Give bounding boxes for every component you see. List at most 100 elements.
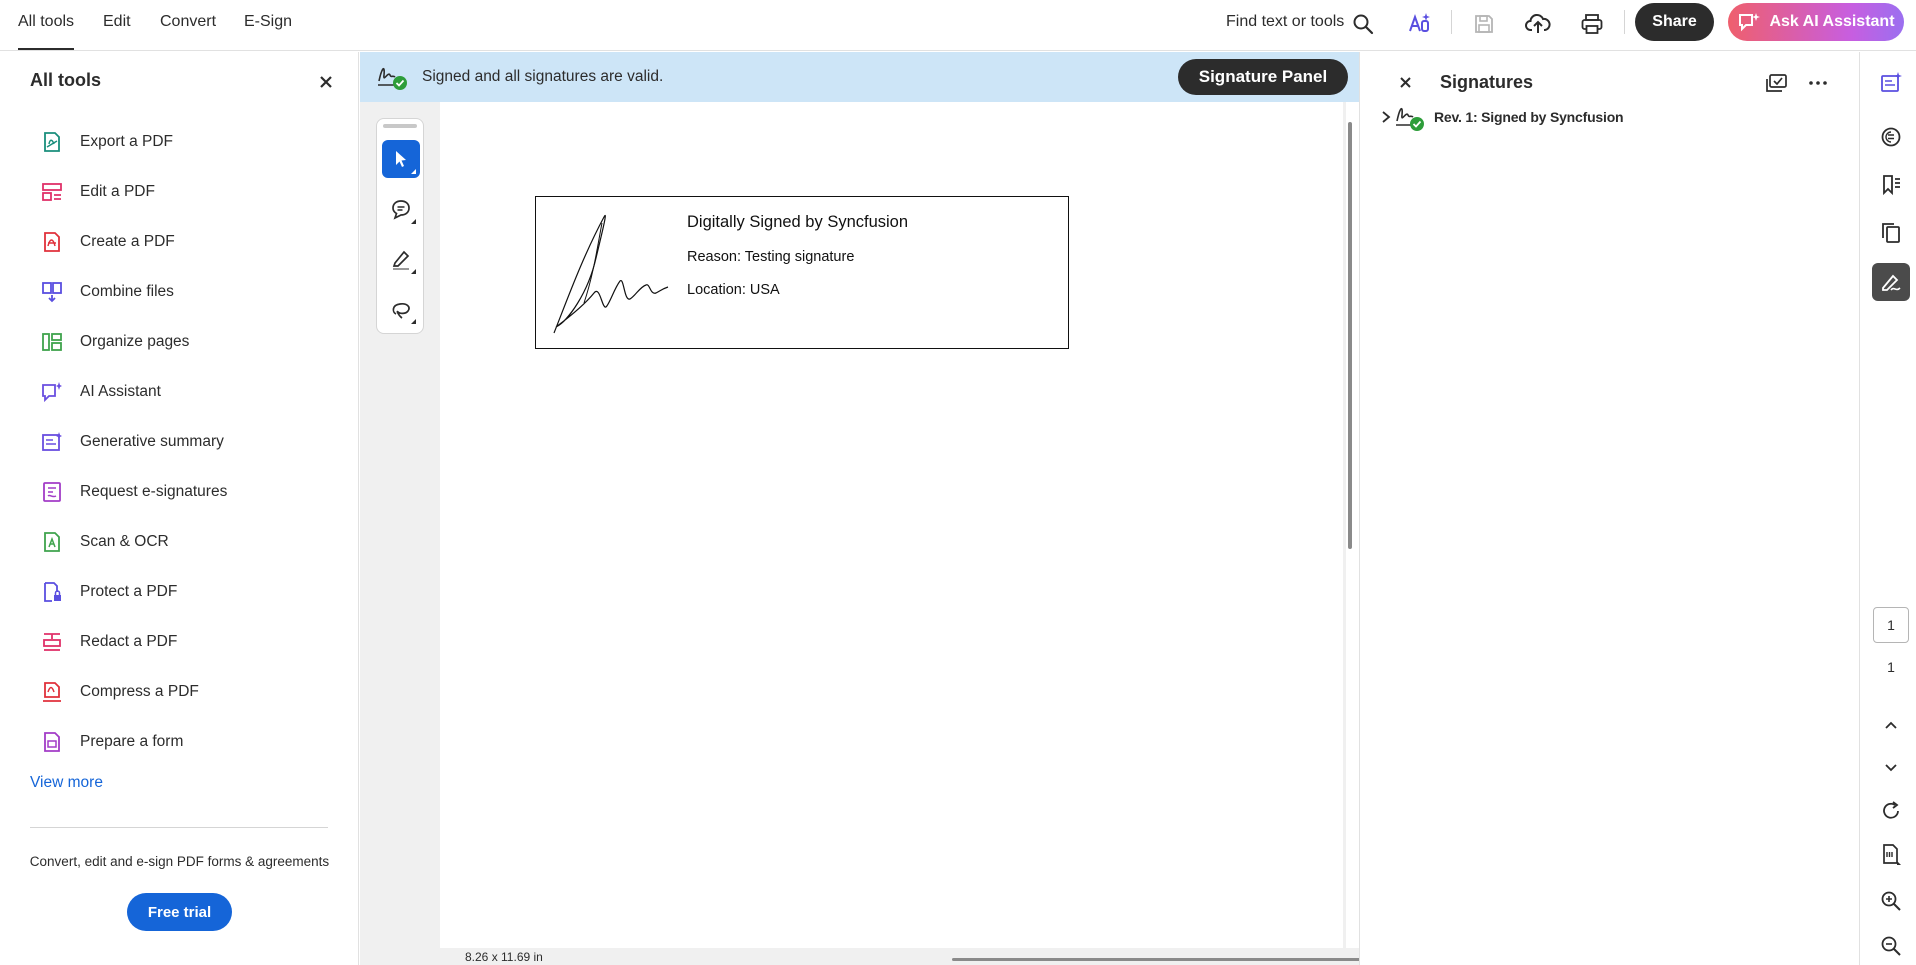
ask-ai-label: Ask AI Assistant — [1769, 13, 1895, 30]
tool-create-pdf[interactable]: Create a PDF — [40, 225, 340, 259]
fit-page-icon — [1883, 844, 1901, 865]
tab-all-tools[interactable]: All tools — [18, 13, 75, 50]
signature-panel-button[interactable]: Signature Panel — [1178, 59, 1348, 95]
dropdown-corner — [411, 269, 416, 274]
tool-label: Edit a PDF — [80, 183, 155, 200]
toolbar-separator — [1624, 10, 1625, 34]
free-trial-button[interactable]: Free trial — [127, 893, 232, 931]
tool-label: Prepare a form — [80, 733, 184, 750]
tool-label: Generative summary — [80, 433, 224, 450]
right-sidebar: 1 1 — [1859, 52, 1916, 965]
page-fit-button[interactable] — [1872, 836, 1910, 874]
previous-page-button[interactable] — [1872, 706, 1910, 744]
tool-label: Redact a PDF — [80, 633, 178, 650]
edit-pdf-icon — [40, 180, 64, 204]
page-thumbnails-button[interactable] — [1872, 214, 1910, 252]
validate-all-signatures-icon[interactable] — [1764, 72, 1790, 101]
zoom-in-icon — [1881, 891, 1901, 911]
draw-tool-button[interactable] — [382, 290, 420, 328]
cursor-icon — [396, 151, 406, 167]
find-text-label[interactable]: Find text or tools — [1226, 13, 1344, 31]
zoom-out-button[interactable] — [1872, 927, 1910, 965]
save-icon[interactable] — [1470, 10, 1498, 38]
signature-status-banner: Signed and all signatures are valid. Sig… — [360, 52, 1359, 102]
prepare-form-icon — [40, 730, 64, 754]
export-pdf-icon — [40, 130, 64, 154]
tool-prepare-form[interactable]: Prepare a form — [40, 725, 340, 759]
print-icon[interactable] — [1578, 10, 1606, 38]
zoom-in-button[interactable] — [1872, 882, 1910, 920]
search-icon[interactable] — [1349, 10, 1377, 38]
divider — [30, 827, 328, 828]
comments-button[interactable] — [1872, 118, 1910, 156]
all-tools-panel: All tools Export a PDF Edit a PDF Create… — [0, 52, 359, 965]
view-more-link[interactable]: View more — [30, 774, 103, 792]
ai-chat-icon — [1739, 13, 1761, 32]
drag-handle[interactable] — [383, 124, 417, 128]
promo-text: Convert, edit and e-sign PDF forms & agr… — [29, 854, 330, 869]
comment-tool-button[interactable] — [382, 190, 420, 228]
signature-valid-icon — [376, 61, 410, 98]
ai-assistant-icon — [40, 380, 64, 404]
tool-export-pdf[interactable]: Export a PDF — [40, 125, 340, 159]
next-page-button[interactable] — [1872, 749, 1910, 787]
signature-revision-item[interactable]: Rev. 1: Signed by Syncfusion — [1380, 100, 1624, 134]
tool-label: Protect a PDF — [80, 583, 178, 600]
signature-field[interactable]: Digitally Signed by Syncfusion Reason: T… — [535, 196, 1069, 349]
handwritten-signature-image — [553, 214, 669, 334]
vertical-scrollbar-thumb[interactable] — [1348, 122, 1352, 549]
tool-scan-ocr[interactable]: Scan & OCR — [40, 525, 340, 559]
tool-label: Scan & OCR — [80, 533, 169, 550]
close-icon[interactable] — [316, 72, 336, 92]
comments-icon — [1881, 127, 1901, 147]
tool-edit-pdf[interactable]: Edit a PDF — [40, 175, 340, 209]
zoom-out-icon — [1881, 936, 1901, 956]
tool-combine-files[interactable]: Combine files — [40, 275, 340, 309]
share-button[interactable]: Share — [1635, 3, 1714, 41]
dropdown-corner — [411, 169, 416, 174]
toolbar-separator — [1451, 10, 1452, 34]
tool-redact-pdf[interactable]: Redact a PDF — [40, 625, 340, 659]
tool-label: Create a PDF — [80, 233, 175, 250]
tool-label: Combine files — [80, 283, 174, 300]
tool-compress-pdf[interactable]: Compress a PDF — [40, 675, 340, 709]
page-number-input[interactable]: 1 — [1873, 607, 1909, 643]
more-options-icon[interactable] — [1807, 72, 1829, 99]
tool-label: Compress a PDF — [80, 683, 199, 700]
close-icon[interactable] — [1396, 73, 1414, 91]
request-esignatures-icon — [40, 480, 64, 504]
tool-generative-summary[interactable]: Generative summary — [40, 425, 340, 459]
rotate-icon — [1883, 801, 1899, 819]
tab-convert[interactable]: Convert — [160, 13, 216, 31]
signatures-button[interactable] — [1872, 263, 1910, 301]
tool-ai-assistant[interactable]: AI Assistant — [40, 375, 340, 409]
highlight-tool-button[interactable] — [382, 240, 420, 278]
signatures-panel: Signatures Rev. 1: Signed by Syncfusion — [1360, 52, 1859, 965]
bookmarks-button[interactable] — [1872, 166, 1910, 204]
chevron-down-icon — [1885, 764, 1897, 772]
dropdown-corner — [411, 219, 416, 224]
page-size-label: 8.26 x 11.69 in — [465, 950, 543, 964]
tool-label: Request e-signatures — [80, 483, 228, 500]
tool-organize-pages[interactable]: Organize pages — [40, 325, 340, 359]
tool-protect-pdf[interactable]: Protect a PDF — [40, 575, 340, 609]
signature-valid-icon — [1396, 108, 1424, 131]
ask-ai-assistant-button[interactable]: Ask AI Assistant — [1728, 3, 1904, 41]
chevron-up-icon — [1885, 721, 1897, 729]
tool-request-esignatures[interactable]: Request e-signatures — [40, 475, 340, 509]
pdf-page[interactable]: Digitally Signed by Syncfusion Reason: T… — [440, 102, 1343, 948]
document-viewer[interactable]: Digitally Signed by Syncfusion Reason: T… — [360, 102, 1530, 965]
protect-pdf-icon — [40, 580, 64, 604]
upload-icon[interactable] — [1524, 10, 1552, 38]
scan-ocr-icon — [40, 530, 64, 554]
generative-summary-button[interactable] — [1872, 64, 1910, 102]
ai-assistant-icon[interactable] — [1405, 10, 1433, 38]
select-tool-button[interactable] — [382, 140, 420, 178]
tab-esign[interactable]: E-Sign — [244, 13, 292, 31]
rotate-button[interactable] — [1872, 792, 1910, 830]
tab-edit[interactable]: Edit — [103, 13, 131, 31]
tool-label: Export a PDF — [80, 133, 174, 150]
signatures-panel-title: Signatures — [1440, 72, 1534, 92]
total-pages-label: 1 — [1887, 659, 1895, 675]
signature-revision-label: Rev. 1: Signed by Syncfusion — [1434, 109, 1624, 125]
